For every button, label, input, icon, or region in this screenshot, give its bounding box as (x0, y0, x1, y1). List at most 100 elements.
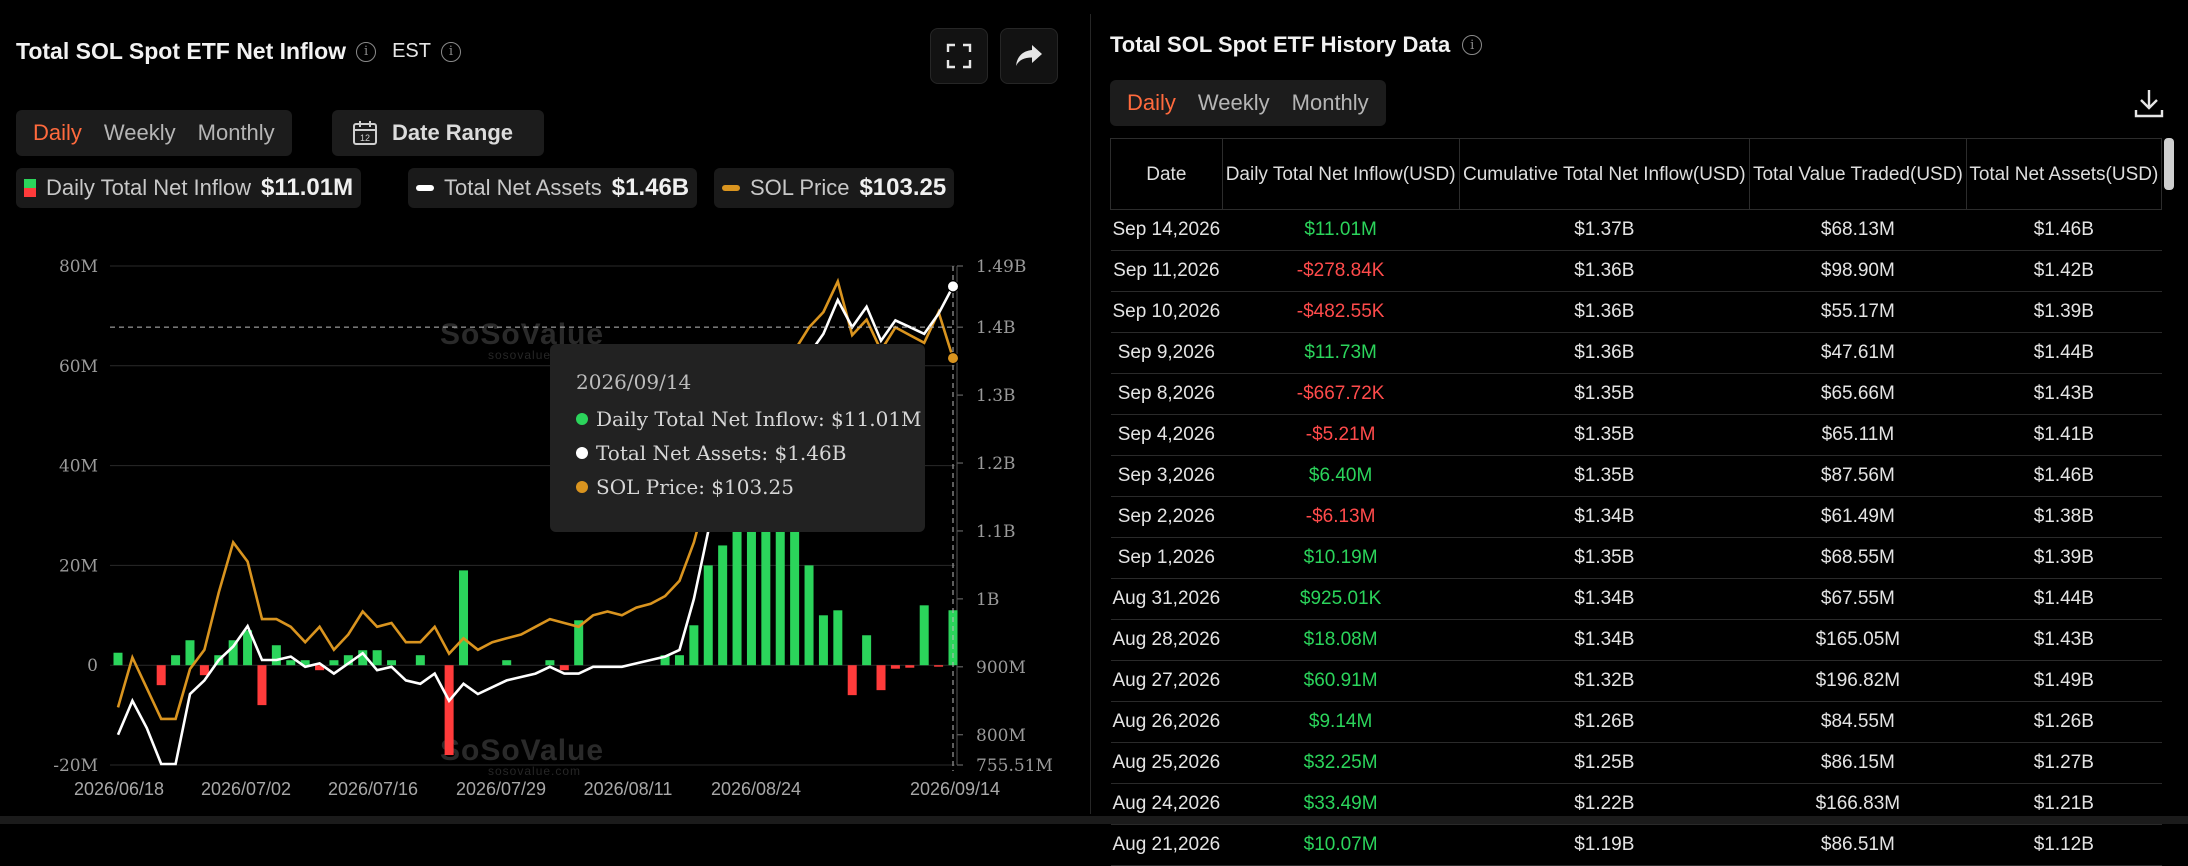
table-row[interactable]: Aug 21,2026 $10.07M $1.19B $86.51M $1.12B (1110, 824, 2162, 866)
table-row[interactable]: Aug 25,2026 $32.25M $1.25B $86.15M $1.27B (1110, 742, 2162, 784)
table-scrollbar[interactable] (2164, 138, 2174, 190)
table-row[interactable]: Sep 8,2026 -$667.72K $1.35B $65.66M $1.43B (1110, 373, 2162, 415)
chart-tooltip: 2026/09/14 Daily Total Net Inflow: $11.0… (550, 344, 925, 532)
share-button[interactable] (1000, 28, 1058, 84)
history-tab-monthly[interactable]: Monthly (1281, 90, 1380, 116)
calendar-icon: 12 (353, 121, 377, 145)
table-row[interactable]: Aug 27,2026 $60.91M $1.32B $196.82M $1.49B (1110, 660, 2162, 702)
y-right-tick-label: 900M (976, 658, 1026, 678)
x-tick-label: 2026/07/02 (201, 779, 291, 799)
legend-net-assets-name: Total Net Assets (444, 175, 602, 200)
tooltip-row-inflow: Daily Total Net Inflow: $11.01M (576, 402, 925, 436)
inflow-bar (862, 635, 872, 666)
table-cell: $86.51M (1749, 824, 1967, 866)
timezone-label: EST (392, 40, 431, 62)
history-table: Date Daily Total Net Inflow(USD) Cumulativ… (1110, 138, 2163, 866)
y-right-tick-label: 800M (976, 726, 1026, 746)
table-cell: $67.55M (1749, 578, 1967, 620)
table-cell: $925.01K (1222, 578, 1460, 620)
table-row[interactable]: Sep 4,2026 -$5.21M $1.35B $65.11M $1.41B (1110, 414, 2162, 456)
x-tick-label: 2026/07/29 (456, 779, 546, 799)
y-right-tick-label: 1.3B (976, 386, 1016, 406)
legend-sol-price-value: $103.25 (859, 174, 947, 201)
legend-inflow[interactable]: Daily Total Net Inflow $11.01M (16, 168, 362, 208)
table-cell: -$278.84K (1222, 250, 1460, 292)
inflow-bar (718, 545, 728, 666)
inflow-bar (502, 660, 512, 666)
table-row[interactable]: Sep 1,2026 $10.19M $1.35B $68.55M $1.39B (1110, 537, 2162, 579)
inflow-bar (113, 652, 123, 666)
fullscreen-icon (946, 43, 972, 69)
table-cell: $1.37B (1459, 209, 1750, 251)
table-cell: $1.35B (1459, 414, 1750, 456)
table-row[interactable]: Sep 3,2026 $6.40M $1.35B $87.56M $1.46B (1110, 455, 2162, 497)
table-cell: Aug 26,2026 (1110, 701, 1223, 743)
date-range-button[interactable]: 12 Date Range (332, 110, 544, 156)
legend-inflow-name: Daily Total Net Inflow (46, 175, 252, 200)
column-header: Cumulative Total Net Inflow(USD) (1458, 138, 1751, 210)
history-tab-weekly[interactable]: Weekly (1187, 90, 1281, 116)
inflow-bar (775, 515, 785, 666)
inflow-bar (271, 645, 281, 666)
y-left-tick-label: 60M (59, 357, 98, 377)
legend-sol-price[interactable]: SOL Price $103.25 (714, 168, 955, 208)
table-cell: $1.38B (1966, 496, 2162, 538)
inflow-bar (934, 665, 944, 667)
table-cell: $1.41B (1966, 414, 2162, 456)
timezone-info-icon[interactable]: i (440, 41, 461, 62)
history-title-row: Total SOL Spot ETF History Data i (1110, 32, 1483, 58)
table-cell: $68.55M (1749, 537, 1967, 579)
panel-divider (1090, 14, 1091, 814)
y-left-tick-label: 20M (59, 556, 98, 576)
table-cell: $1.36B (1459, 250, 1750, 292)
inflow-bar (674, 655, 684, 666)
download-icon[interactable] (2132, 86, 2166, 120)
info-icon[interactable]: i (356, 41, 377, 62)
inflow-bar (804, 565, 814, 666)
table-cell: $32.25M (1222, 742, 1460, 784)
info-icon[interactable]: i (1462, 35, 1483, 55)
table-row[interactable]: Sep 9,2026 $11.73M $1.36B $47.61M $1.44B (1110, 332, 2162, 374)
horizontal-scrollbar[interactable] (0, 816, 2188, 824)
inflow-bar (890, 665, 900, 669)
table-row[interactable]: Aug 26,2026 $9.14M $1.26B $84.55M $1.26B (1110, 701, 2162, 743)
table-cell: $1.44B (1966, 578, 2162, 620)
table-row[interactable]: Sep 10,2026 -$482.55K $1.36B $55.17M $1.39B (1110, 291, 2162, 333)
inflow-bar (847, 665, 857, 696)
table-cell: $165.05M (1749, 619, 1967, 661)
y-right-tick-label: 755.51M (976, 756, 1053, 776)
x-tick-label: 2026/07/16 (328, 779, 418, 799)
history-tab-daily[interactable]: Daily (1116, 90, 1187, 116)
y-right-tick-label: 1B (976, 590, 999, 610)
table-cell: $87.56M (1749, 455, 1967, 497)
table-cell: $1.34B (1459, 619, 1750, 661)
table-row[interactable]: Aug 28,2026 $18.08M $1.34B $165.05M $1.43B (1110, 619, 2162, 661)
x-tick-label: 2026/08/24 (711, 779, 801, 799)
inflow-bar (919, 605, 929, 666)
y-right-tick-label: 1.4B (976, 318, 1016, 338)
inflow-chart-panel: Total SOL Spot ETF Net Inflow i EST i Da… (0, 0, 1090, 824)
table-row[interactable]: Sep 14,2026 $11.01M $1.37B $68.13M $1.46B (1110, 209, 2162, 251)
tooltip-date: 2026/09/14 (576, 370, 692, 394)
table-cell: $65.66M (1749, 373, 1967, 415)
inflow-chart[interactable]: 80M 60M 40M 20M 0 -20M 1.49B 1.4B 1.3B 1.2B 1.1B 1B… (0, 230, 1090, 810)
table-cell: $6.40M (1222, 455, 1460, 497)
table-cell: $11.01M (1222, 209, 1460, 251)
table-cell: Sep 2,2026 (1110, 496, 1223, 538)
table-row[interactable]: Sep 2,2026 -$6.13M $1.34B $61.49M $1.38B (1110, 496, 2162, 538)
table-row[interactable]: Sep 11,2026 -$278.84K $1.36B $98.90M $1.42B (1110, 250, 2162, 292)
table-cell: Aug 21,2026 (1110, 824, 1223, 866)
chart-tab-monthly[interactable]: Monthly (187, 120, 286, 146)
table-cell: $1.39B (1966, 291, 2162, 333)
chart-tab-daily[interactable]: Daily (22, 120, 93, 146)
inflow-bar (703, 565, 713, 666)
fullscreen-button[interactable] (930, 28, 988, 84)
x-tick-label: 2026/09/14 (910, 779, 1000, 799)
date-range-label: Date Range (392, 120, 514, 145)
chart-tab-weekly[interactable]: Weekly (93, 120, 187, 146)
table-cell: $1.42B (1966, 250, 2162, 292)
table-cell: $1.46B (1966, 455, 2162, 497)
table-cell: $11.73M (1222, 332, 1460, 374)
legend-net-assets[interactable]: Total Net Assets $1.46B (408, 168, 698, 208)
table-row[interactable]: Aug 31,2026 $925.01K $1.34B $67.55M $1.44B (1110, 578, 2162, 620)
